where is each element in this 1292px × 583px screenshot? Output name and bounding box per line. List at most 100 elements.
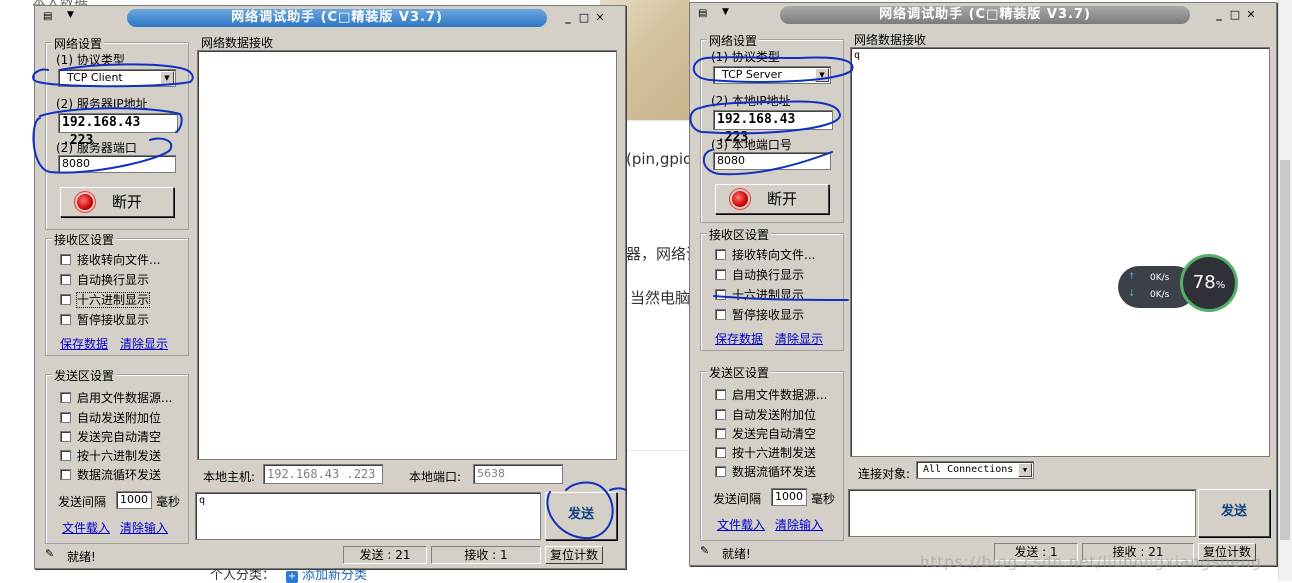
checkbox-auto-clear[interactable]: 发送完自动清空 <box>715 425 816 442</box>
download-arrow-icon: ↓ <box>1128 289 1136 299</box>
disconnect-button[interactable]: 断开 <box>715 184 829 214</box>
proto-select[interactable]: TCP Client ▼ <box>58 69 176 87</box>
proto-label: (1) 协议类型 <box>711 50 780 64</box>
group-label: 发送区设置 <box>707 364 772 381</box>
app-icon[interactable]: ▤ <box>698 8 712 21</box>
checkbox-auto-clear[interactable]: 发送完自动清空 <box>60 428 161 445</box>
chevron-down-icon[interactable]: ▼ <box>67 10 74 20</box>
recv-settings-group: 接收区设置 接收转向文件... 自动换行显示 十六进制显示 暂停接收显示 保存数… <box>700 226 844 351</box>
recv-textarea[interactable]: q <box>850 47 1270 457</box>
net-speed-widget[interactable]: ↑ 0K/s ↓ 0K/s 78% <box>1118 254 1238 314</box>
upload-speed: 0K/s <box>1150 273 1170 283</box>
status-led-icon <box>77 194 93 210</box>
bg-divider <box>626 120 690 121</box>
client-titlebar[interactable]: ▤ ▼ 网络调试助手 (C□精装版 V3.7) _ □ ✕ <box>37 8 623 28</box>
disconnect-button[interactable]: 断开 <box>60 187 174 217</box>
window-title: 网络调试助手 (C□精装版 V3.7) <box>780 6 1190 24</box>
send-settings-group: 发送区设置 启用文件数据源... 自动发送附加位 发送完自动清空 按十六进制发送… <box>700 364 844 541</box>
maximize-button[interactable]: □ <box>1228 8 1242 22</box>
recv-title: 网络数据接收 <box>854 33 927 47</box>
local-host-value: 192.168.43 .223 <box>263 464 383 484</box>
checkbox-recv-to-file[interactable]: 接收转向文件... <box>60 251 160 268</box>
send-textarea[interactable]: q <box>195 492 541 540</box>
watermark: https://blog.csdn.net/liuhongxiangsheng <box>920 553 1262 571</box>
server-titlebar[interactable]: ▤ ▼ 网络调试助手 (C□精装版 V3.7) _ □ ✕ <box>692 5 1274 25</box>
ip-label: (2) 服务器IP地址 <box>56 97 148 111</box>
window-title: 网络调试助手 (C□精装版 V3.7) <box>127 9 547 27</box>
close-button[interactable]: ✕ <box>593 11 607 25</box>
close-button[interactable]: ✕ <box>1244 8 1258 22</box>
checkbox-file-source[interactable]: 启用文件数据源... <box>60 389 172 406</box>
connection-label: 连接对象: <box>858 467 911 481</box>
group-label: 发送区设置 <box>52 367 117 384</box>
ip-label: (2) 本地IP地址 <box>711 94 791 108</box>
group-label: 网络设置 <box>52 35 105 52</box>
sent-counter: 发送 : 21 <box>343 546 427 564</box>
port-input[interactable]: 8080 <box>58 155 176 173</box>
bg-text-pin: (pin,gpio <box>626 150 693 168</box>
clear-display-link[interactable]: 清除显示 <box>120 335 168 352</box>
chevron-down-icon[interactable]: ▼ <box>160 71 174 85</box>
minimize-button[interactable]: _ <box>1212 8 1226 22</box>
group-label: 接收区设置 <box>52 231 117 248</box>
send-textarea[interactable] <box>848 489 1196 537</box>
checkbox-hex-send[interactable]: 按十六进制发送 <box>715 444 816 461</box>
ip-input[interactable]: 192.168.43 .223 <box>713 110 833 145</box>
checkbox-loop-send[interactable]: 数据流循环发送 <box>715 463 816 480</box>
checkbox-file-source[interactable]: 启用文件数据源... <box>715 386 827 403</box>
checkbox-auto-append[interactable]: 自动发送附加位 <box>60 409 161 426</box>
port-input[interactable]: 8080 <box>713 152 831 170</box>
file-load-link[interactable]: 文件载入 <box>717 516 765 533</box>
chevron-down-icon[interactable]: ▼ <box>815 68 829 82</box>
page-scrollbar-thumb[interactable] <box>1280 160 1290 540</box>
file-load-link[interactable]: 文件载入 <box>62 519 110 536</box>
save-data-link[interactable]: 保存数据 <box>60 335 108 352</box>
proto-select[interactable]: TCP Server ▼ <box>713 66 831 84</box>
minimize-button[interactable]: _ <box>561 11 575 25</box>
checkbox-hex-display[interactable]: 十六进制显示 <box>715 286 804 303</box>
memory-percent: 78 <box>1192 272 1216 293</box>
connection-select[interactable]: All Connections ▼ <box>916 461 1034 479</box>
recv-textarea[interactable] <box>197 50 617 460</box>
checkbox-hex-display[interactable]: 十六进制显示 <box>60 291 151 308</box>
local-host-label: 本地主机: <box>203 470 256 484</box>
checkbox-auto-wrap[interactable]: 自动换行显示 <box>715 266 804 283</box>
upload-arrow-icon: ↑ <box>1128 272 1136 282</box>
net-settings-group: 网络设置 (1) 协议类型 TCP Server ▼ (2) 本地IP地址 19… <box>700 32 844 223</box>
clear-display-link[interactable]: 清除显示 <box>775 330 823 347</box>
interval-input[interactable]: 1000 <box>771 488 807 506</box>
bg-text-pc: 当然电脑 <box>630 289 691 307</box>
checkbox-pause-recv[interactable]: 暂停接收显示 <box>60 311 149 328</box>
checkbox-auto-append[interactable]: 自动发送附加位 <box>715 406 816 423</box>
reset-count-button[interactable]: 复位计数 <box>545 546 603 564</box>
checkbox-hex-send[interactable]: 按十六进制发送 <box>60 447 161 464</box>
checkbox-pause-recv[interactable]: 暂停接收显示 <box>715 306 804 323</box>
clear-input-link[interactable]: 清除输入 <box>120 519 168 536</box>
plus-icon: + <box>286 571 298 583</box>
app-icon[interactable]: ▤ <box>43 11 57 24</box>
recv-counter: 接收 : 1 <box>431 546 541 564</box>
recv-title: 网络数据接收 <box>201 36 274 50</box>
status-icon: ✎ <box>700 544 710 557</box>
local-port-label: 本地端口: <box>409 470 462 484</box>
clear-input-link[interactable]: 清除输入 <box>775 516 823 533</box>
send-button[interactable]: 发送 <box>545 492 617 540</box>
status-text: 就绪! <box>67 550 96 564</box>
status-icon: ✎ <box>45 547 55 560</box>
ip-input[interactable]: 192.168.43 .223 <box>58 113 178 148</box>
chevron-down-icon[interactable]: ▼ <box>722 7 729 17</box>
checkbox-loop-send[interactable]: 数据流循环发送 <box>60 466 161 483</box>
net-settings-group: 网络设置 (1) 协议类型 TCP Client ▼ (2) 服务器IP地址 1… <box>45 35 189 230</box>
checkbox-auto-wrap[interactable]: 自动换行显示 <box>60 271 149 288</box>
port-label: (3) 本地端口号 <box>711 138 792 152</box>
group-label: 网络设置 <box>707 32 760 49</box>
send-button[interactable]: 发送 <box>1198 489 1270 537</box>
interval-unit: 毫秒 <box>156 495 181 509</box>
interval-input[interactable]: 1000 <box>116 491 152 509</box>
save-data-link[interactable]: 保存数据 <box>715 330 763 347</box>
send-settings-group: 发送区设置 启用文件数据源... 自动发送附加位 发送完自动清空 按十六进制发送… <box>45 367 189 544</box>
chevron-down-icon[interactable]: ▼ <box>1018 463 1032 477</box>
maximize-button[interactable]: □ <box>577 11 591 25</box>
group-label: 接收区设置 <box>707 226 772 243</box>
checkbox-recv-to-file[interactable]: 接收转向文件... <box>715 246 815 263</box>
